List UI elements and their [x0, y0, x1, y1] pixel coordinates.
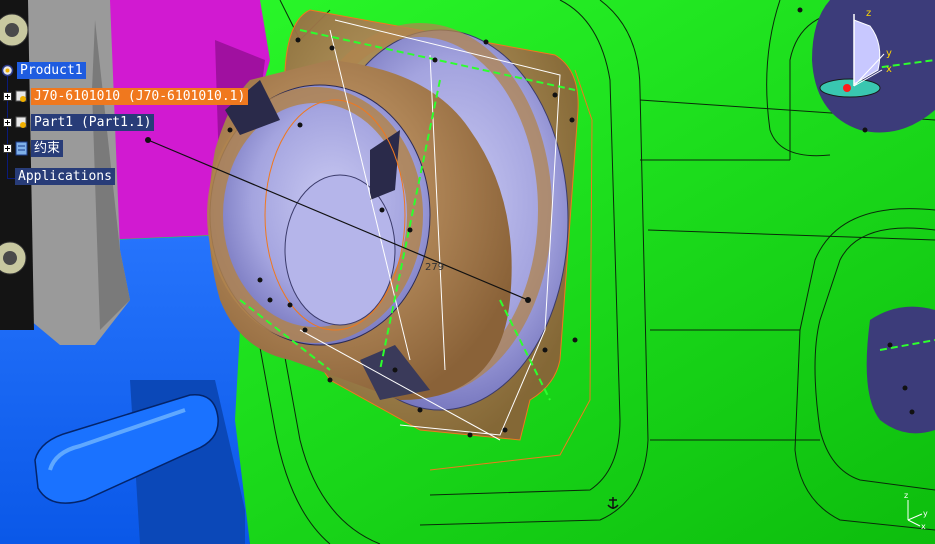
spec-tree: Product1 J70-6101010 (J70-6101010.1) Par… [0, 60, 300, 190]
expand-toggle-part1[interactable] [3, 118, 12, 127]
tree-node-constraints[interactable]: 约束 [3, 139, 64, 158]
triad-label-y: y [923, 509, 928, 518]
navy-corner-right [866, 306, 935, 434]
expand-toggle-j70[interactable] [3, 92, 12, 101]
compass-label-y: y [886, 48, 892, 59]
tree-node-j70[interactable]: J70-6101010 (J70-6101010.1) [3, 87, 249, 106]
compass-label-x: x [886, 64, 892, 75]
triad-label-z: z [904, 491, 908, 500]
3d-viewport[interactable]: 279 Product1 J70-6101010 (J70-6101010.1)… [0, 0, 935, 544]
compass-quarter [853, 19, 881, 85]
constraints-icon [15, 141, 28, 156]
tree-node-part1[interactable]: Part1 (Part1.1) [3, 113, 155, 132]
tree-label-j70[interactable]: J70-6101010 (J70-6101010.1) [31, 88, 249, 105]
part-gear-icon [15, 116, 27, 128]
left-marker-bottom [0, 241, 27, 275]
tree-node-product1[interactable]: Product1 [0, 61, 86, 80]
anchor-icon [607, 497, 619, 509]
dimension-end-b[interactable] [525, 297, 531, 303]
expand-toggle-constraints[interactable] [3, 144, 12, 153]
speaker-magnet[interactable] [284, 174, 396, 326]
product-icon [1, 64, 14, 77]
tree-node-applications[interactable]: Applications [15, 167, 115, 186]
dimension-value: 279 [425, 262, 444, 273]
tree-label-applications[interactable]: Applications [15, 168, 115, 185]
compass-widget[interactable]: z y x [812, 4, 922, 124]
tree-label-constraints[interactable]: 约束 [31, 140, 64, 157]
left-marker-top [0, 13, 29, 47]
triad-label-x: x [921, 522, 926, 530]
compass-label-z: z [866, 8, 871, 19]
compass-origin [843, 84, 851, 92]
axis-triad-icon: z y x [904, 491, 928, 530]
tree-label-part1[interactable]: Part1 (Part1.1) [31, 114, 155, 131]
part-gear-icon [15, 90, 27, 102]
tree-label-product1[interactable]: Product1 [17, 62, 86, 79]
